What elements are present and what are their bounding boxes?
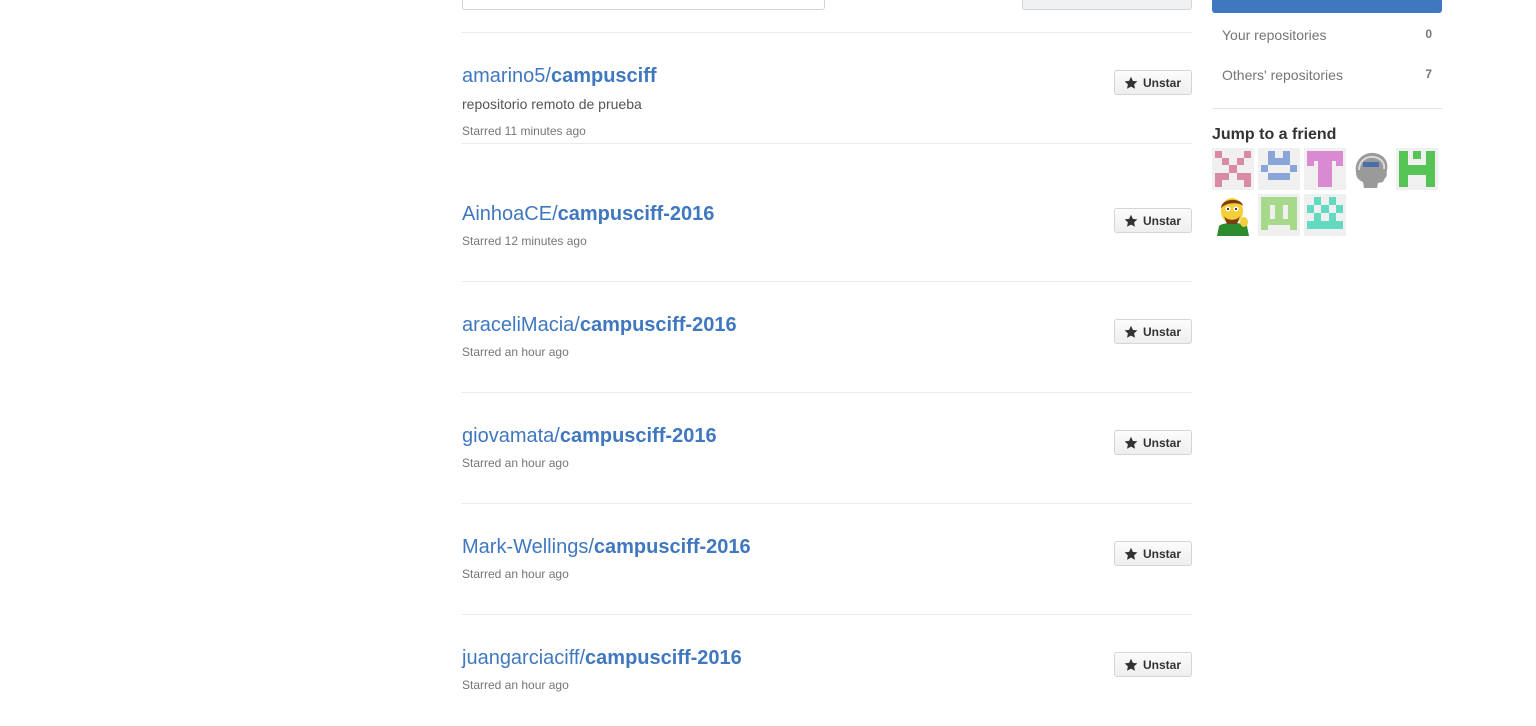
starred-time: Starred an hour ago <box>462 456 569 470</box>
starred-repo-item: juangarciaciff/campusciff-2016 Starred a… <box>462 615 1192 726</box>
repo-name: campusciff-2016 <box>559 425 717 447</box>
starred-repo-item: araceliMacia/campusciff-2016 Starred an … <box>462 282 1192 393</box>
starred-repo-item: AinhoaCE/campusciff-2016 Starred 12 minu… <box>462 171 1192 282</box>
filter-count: 7 <box>1425 67 1432 81</box>
repo-link[interactable]: juangarciaciff/campusciff-2016 <box>462 645 742 671</box>
repo-name: campusciff-2016 <box>557 203 715 225</box>
repo-owner: amarino5 <box>462 65 546 87</box>
starred-time: Starred an hour ago <box>462 345 569 359</box>
starred-time: Starred an hour ago <box>462 678 569 692</box>
friend-avatar[interactable] <box>1258 194 1300 236</box>
starred-repo-item: Mark-Wellings/campusciff-2016 Starred an… <box>462 504 1192 615</box>
friend-avatar[interactable] <box>1258 148 1300 190</box>
divider <box>1212 108 1442 109</box>
sidebar-primary-button[interactable] <box>1212 0 1442 13</box>
friend-avatar[interactable] <box>1304 148 1346 190</box>
friend-avatar[interactable] <box>1304 194 1346 236</box>
repo-link[interactable]: amarino5/campusciff <box>462 63 657 89</box>
cartoon-character-icon <box>1212 194 1254 236</box>
repo-owner: giovamata <box>462 425 555 447</box>
repo-description: repositorio remoto de prueba <box>462 96 642 112</box>
star-icon <box>1124 214 1138 227</box>
unstar-button[interactable]: Unstar <box>1113 208 1192 233</box>
repo-name: campusciff-2016 <box>579 314 737 336</box>
friend-avatar[interactable] <box>1396 148 1438 190</box>
unstar-button[interactable]: Unstar <box>1113 430 1192 455</box>
identicon-icon <box>1258 194 1300 236</box>
repo-link[interactable]: AinhoaCE/campusciff-2016 <box>462 201 714 227</box>
filter-input[interactable] <box>462 0 825 10</box>
unstar-button[interactable]: Unstar <box>1113 70 1192 95</box>
starred-repo-item: giovamata/campusciff-2016 Starred an hou… <box>462 393 1192 504</box>
jump-to-friend-heading: Jump to a friend <box>1212 126 1337 143</box>
unstar-button[interactable]: Unstar <box>1113 652 1192 677</box>
repo-owner: araceliMacia <box>462 314 575 336</box>
star-icon <box>1124 325 1138 338</box>
filter-your-repositories[interactable]: Your repositories 0 <box>1212 15 1442 55</box>
identicon-icon <box>1212 148 1254 190</box>
repo-link[interactable]: Mark-Wellings/campusciff-2016 <box>462 534 751 560</box>
repo-link[interactable]: giovamata/campusciff-2016 <box>462 423 717 449</box>
repo-name: campusciff-2016 <box>585 647 742 669</box>
filter-label: Others' repositories <box>1222 67 1343 83</box>
star-icon <box>1124 436 1138 449</box>
starred-repo-item: amarino5/campusciff repositorio remoto d… <box>462 33 1192 144</box>
repo-name: campusciff <box>550 65 657 87</box>
identicon-icon <box>1304 194 1346 236</box>
filter-others-repositories[interactable]: Others' repositories 7 <box>1212 55 1442 95</box>
identicon-icon <box>1304 148 1346 190</box>
unstar-button[interactable]: Unstar <box>1113 541 1192 566</box>
starred-time: Starred an hour ago <box>462 567 569 581</box>
star-icon <box>1124 547 1138 560</box>
filter-count: 0 <box>1425 27 1432 41</box>
sort-button[interactable] <box>1022 0 1192 10</box>
starred-time: Starred 12 minutes ago <box>462 234 587 248</box>
head-photo-icon <box>1350 148 1392 190</box>
repo-link[interactable]: araceliMacia/campusciff-2016 <box>462 312 737 338</box>
repo-name: campusciff-2016 <box>593 536 751 558</box>
star-icon <box>1124 76 1138 89</box>
unstar-button[interactable]: Unstar <box>1113 319 1192 344</box>
star-icon <box>1124 658 1138 671</box>
repo-owner: juangarciaciff <box>462 647 580 669</box>
filter-label: Your repositories <box>1222 27 1327 43</box>
friend-avatar[interactable] <box>1212 148 1254 190</box>
starred-time: Starred 11 minutes ago <box>462 124 586 138</box>
friend-avatar[interactable] <box>1212 194 1254 236</box>
repo-owner: AinhoaCE <box>462 203 553 225</box>
identicon-icon <box>1258 148 1300 190</box>
repo-owner: Mark-Wellings <box>462 536 589 558</box>
identicon-icon <box>1396 148 1438 190</box>
friend-avatar[interactable] <box>1350 148 1392 190</box>
